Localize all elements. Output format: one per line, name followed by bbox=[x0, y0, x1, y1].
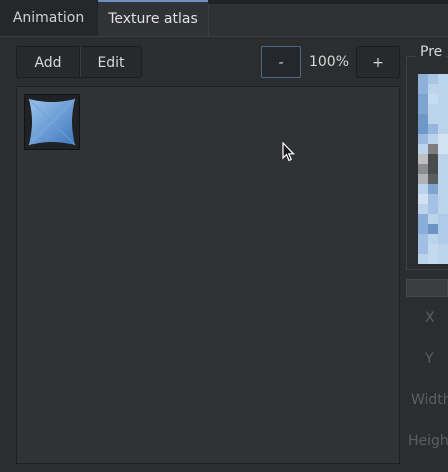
tab-texture-atlas-label: Texture atlas bbox=[108, 11, 198, 27]
preview-label: Pre bbox=[416, 44, 447, 60]
preview-image bbox=[418, 74, 448, 264]
x-label: X bbox=[425, 310, 435, 326]
atlas-item[interactable] bbox=[24, 94, 80, 150]
add-button[interactable]: Add bbox=[16, 46, 80, 78]
tab-texture-atlas[interactable]: Texture atlas bbox=[98, 0, 208, 36]
preview-scrollbar[interactable] bbox=[406, 279, 448, 297]
height-label: Heigh bbox=[408, 433, 448, 449]
zoom-level: 100% bbox=[308, 54, 350, 70]
texture-thumbnail-icon bbox=[28, 98, 76, 146]
atlas-grid bbox=[16, 86, 400, 464]
tab-animation[interactable]: Animation bbox=[0, 0, 97, 36]
width-label: Width bbox=[411, 392, 448, 408]
preview-pixels bbox=[418, 74, 448, 264]
mouse-cursor-icon bbox=[282, 142, 295, 162]
zoom-in-button[interactable]: + bbox=[356, 46, 400, 78]
tab-bar: Animation Texture atlas bbox=[0, 0, 448, 37]
tab-bar-filler bbox=[208, 4, 448, 36]
tab-animation-label: Animation bbox=[12, 10, 85, 26]
zoom-out-button[interactable]: - bbox=[261, 46, 301, 78]
edit-button[interactable]: Edit bbox=[80, 46, 142, 78]
texture-atlas-editor: Animation Texture atlas Add Edit - 100% … bbox=[0, 0, 448, 472]
y-label: Y bbox=[425, 351, 434, 367]
